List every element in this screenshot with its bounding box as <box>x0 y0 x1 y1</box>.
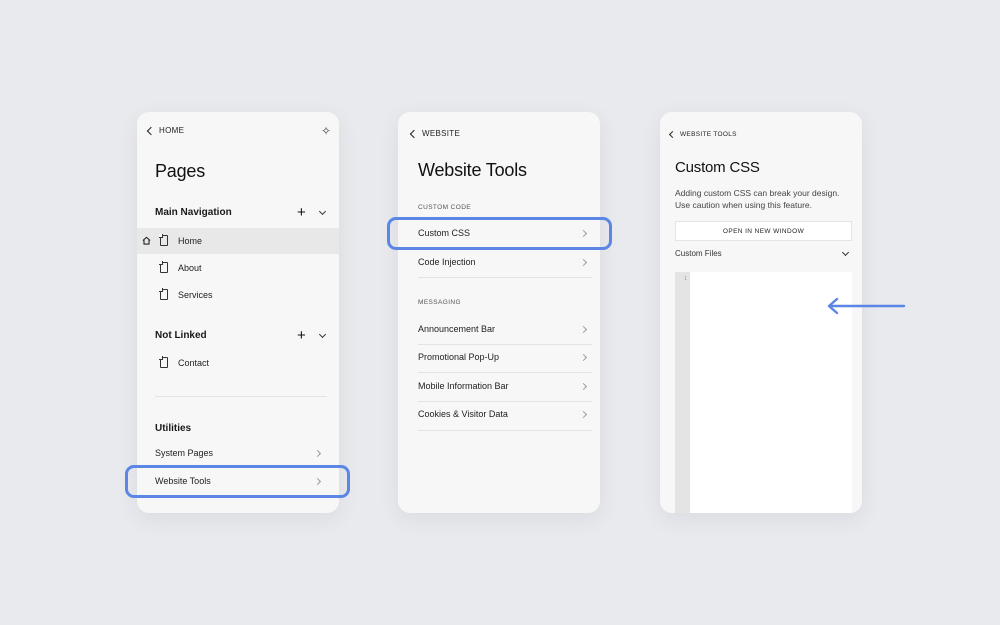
open-in-new-window-button[interactable]: OPEN IN NEW WINDOW <box>675 221 852 241</box>
divider <box>418 277 592 278</box>
line-number-gutter: 1 <box>675 272 690 513</box>
custom-code-heading: CUSTOM CODE <box>418 204 472 211</box>
utilities-heading: Utilities <box>155 423 192 434</box>
nav-item-label: Contact <box>178 357 210 368</box>
chevron-right-icon <box>579 258 588 267</box>
chevron-left-icon <box>409 129 419 138</box>
arrow-left-icon <box>827 297 906 315</box>
divider <box>155 396 327 397</box>
back-label: HOME <box>159 126 185 135</box>
custom-files-label: Custom Files <box>675 249 722 258</box>
back-label: WEBSITE TOOLS <box>680 131 737 138</box>
chevron-down-icon[interactable] <box>318 330 327 339</box>
chevron-left-icon <box>668 130 677 139</box>
tool-item-announcement-bar[interactable]: Announcement Bar <box>418 324 495 334</box>
tool-item-label: Mobile Information Bar <box>418 381 509 391</box>
warning-description: Adding custom CSS can break your design.… <box>675 188 840 210</box>
website-tools-highlight <box>125 465 350 498</box>
website-tools-panel: WEBSITE Website Tools CUSTOM CODE Custom… <box>398 112 600 513</box>
messaging-heading: MESSAGING <box>418 299 461 306</box>
custom-files-dropdown[interactable]: Custom Files <box>675 249 851 258</box>
back-to-website-tools-link[interactable]: WEBSITE TOOLS <box>668 130 737 139</box>
add-not-linked-icon[interactable]: + <box>297 328 306 343</box>
divider <box>418 401 592 402</box>
add-main-nav-icon[interactable]: + <box>297 205 306 220</box>
nav-item-contact[interactable]: Contact <box>159 356 210 368</box>
tool-item-label: Code Injection <box>418 257 476 267</box>
tool-item-label: Cookies & Visitor Data <box>418 409 508 419</box>
nav-item-about[interactable]: About <box>159 261 202 273</box>
divider <box>418 430 592 431</box>
chevron-right-icon <box>579 353 588 362</box>
chevron-right-icon <box>313 449 322 458</box>
page-title: Pages <box>155 161 206 181</box>
main-navigation-heading: Main Navigation <box>155 207 232 218</box>
chevron-left-icon <box>146 126 156 135</box>
nav-item-label: Services <box>178 289 213 300</box>
page-icon <box>159 234 168 246</box>
page-title: Custom CSS <box>675 159 760 176</box>
page-title: Website Tools <box>418 160 527 180</box>
chevron-right-icon <box>579 325 588 334</box>
not-linked-heading: Not Linked <box>155 330 207 341</box>
page-icon <box>159 356 168 368</box>
nav-item-label: About <box>178 262 202 273</box>
divider <box>418 372 592 373</box>
nav-item-label: Home <box>178 235 203 246</box>
tool-item-label: Promotional Pop-Up <box>418 352 500 362</box>
back-label: WEBSITE <box>422 129 461 138</box>
back-to-home-link[interactable]: HOME <box>146 126 185 135</box>
tool-item-code-injection[interactable]: Code Injection <box>418 257 476 267</box>
utility-item-system-pages[interactable]: System Pages <box>155 448 213 458</box>
utility-item-label: System Pages <box>155 448 214 458</box>
sparkle-icon[interactable]: ✧ <box>321 124 331 138</box>
pages-panel: HOME ✧ Pages Main Navigation + Home Abou… <box>137 112 339 513</box>
tool-item-mobile-information-bar[interactable]: Mobile Information Bar <box>418 381 509 391</box>
page-icon <box>159 288 168 300</box>
page-icon <box>159 261 168 273</box>
chevron-right-icon <box>579 382 588 391</box>
nav-item-services[interactable]: Services <box>159 288 213 300</box>
chevron-right-icon <box>579 410 588 419</box>
divider <box>418 344 592 345</box>
nav-item-home[interactable]: Home <box>159 234 203 246</box>
tool-item-cookies-visitor-data[interactable]: Cookies & Visitor Data <box>418 409 508 419</box>
line-number: 1 <box>684 276 687 282</box>
custom-css-highlight <box>387 217 612 250</box>
tool-item-promotional-popup[interactable]: Promotional Pop-Up <box>418 352 499 362</box>
home-icon <box>142 236 151 245</box>
back-to-website-link[interactable]: WEBSITE <box>409 129 461 138</box>
chevron-down-icon[interactable] <box>318 207 327 216</box>
tool-item-label: Announcement Bar <box>418 324 496 334</box>
